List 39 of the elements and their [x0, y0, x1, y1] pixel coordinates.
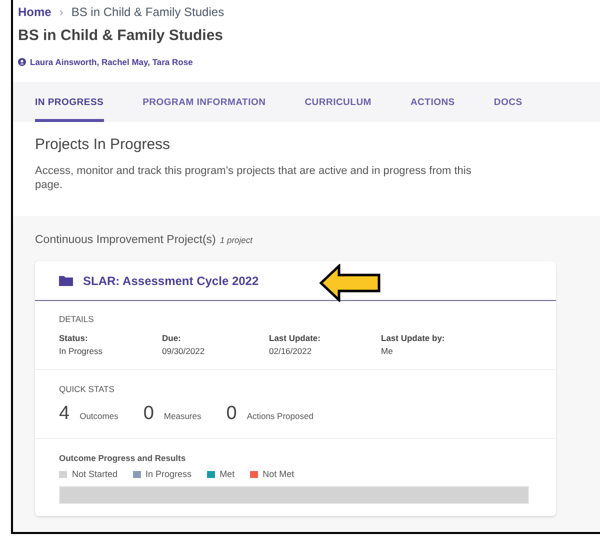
- breadcrumb-separator: ›: [59, 6, 64, 18]
- legend-label: Not Started: [72, 468, 118, 481]
- tab[interactable]: PROGRAM INFORMATION: [142, 96, 266, 122]
- tab[interactable]: IN PROGRESS: [35, 96, 104, 122]
- stat-number: 0: [143, 402, 154, 426]
- details-heading: DETAILS: [59, 313, 95, 326]
- detail-value: In Progress: [59, 344, 104, 358]
- breadcrumb-current: BS in Child & Family Studies: [71, 6, 224, 18]
- detail-value: 02/16/2022: [269, 344, 313, 358]
- section-title: Projects In Progress: [35, 135, 172, 156]
- stat-number: 4: [59, 402, 70, 426]
- detail-label: Last Update:: [269, 332, 322, 345]
- tab[interactable]: CURRICULUM: [304, 96, 372, 122]
- detail-value: 09/30/2022: [162, 344, 206, 358]
- stat-number: 0: [226, 402, 237, 426]
- detail-label: Last Update by:: [381, 332, 446, 345]
- page-title: BS in Child & Family Studies: [18, 26, 224, 46]
- tab[interactable]: ACTIONS: [410, 96, 455, 122]
- detail-label: Due:: [162, 332, 182, 345]
- arrow-icon: [319, 264, 381, 302]
- detail-value: Me: [381, 344, 394, 358]
- progress-heading: Outcome Progress and Results: [59, 452, 187, 465]
- project-count: 1 project: [220, 234, 252, 246]
- tab[interactable]: DOCS: [494, 96, 522, 122]
- legend-label: Met: [220, 468, 235, 481]
- user-icon: [18, 58, 26, 66]
- stat-label: Actions Proposed: [246, 410, 314, 422]
- detail-label: Status:: [59, 332, 89, 345]
- legend-label: Not Met: [262, 468, 294, 481]
- projects-heading: Continuous Improvement Project(s): [35, 232, 216, 248]
- legend-label: In Progress: [146, 468, 192, 481]
- project-title-link[interactable]: SLAR: Assessment Cycle 2022: [83, 272, 259, 290]
- section-description: Access, monitor and track this program’s projects that are active and in progress from this page.: [35, 164, 472, 192]
- stats-heading: QUICK STATS: [59, 382, 116, 396]
- folder-icon: [59, 276, 73, 286]
- owners-link[interactable]: Laura Ainsworth, Rachel May, Tara Rose: [30, 56, 193, 68]
- stat-label: Outcomes: [80, 410, 118, 422]
- breadcrumb-link[interactable]: Home: [18, 6, 52, 18]
- stat-label: Measures: [164, 410, 202, 422]
